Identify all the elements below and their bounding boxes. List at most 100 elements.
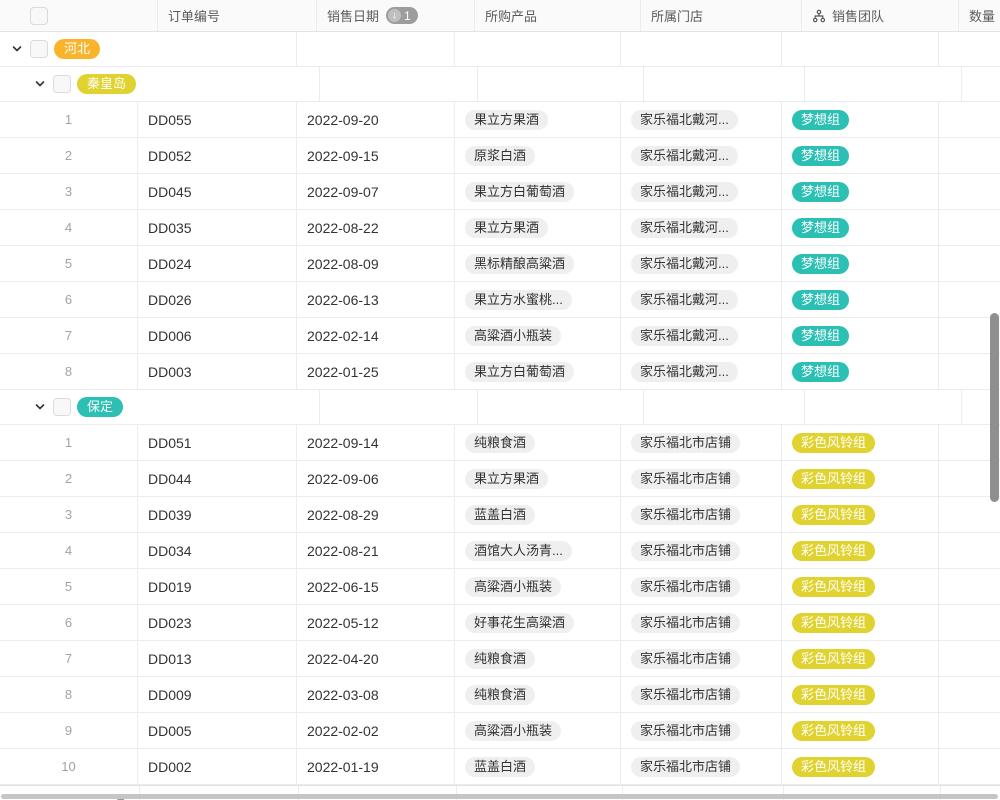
group-quantity-sum[interactable]: 求和620 [962, 67, 1000, 101]
quantity-cell[interactable]: 102 [939, 533, 1000, 568]
row-number[interactable]: 4 [0, 533, 138, 568]
row-number[interactable]: 5 [0, 569, 138, 604]
order-id-cell[interactable]: DD024 [138, 246, 297, 281]
team-cell[interactable]: 梦想组 [782, 210, 939, 245]
order-id-cell[interactable]: DD023 [138, 605, 297, 640]
date-cell[interactable]: 2022-01-19 [297, 749, 455, 784]
team-cell[interactable]: 梦想组 [782, 102, 939, 137]
team-cell[interactable]: 彩色风铃组 [782, 749, 939, 784]
row-number[interactable]: 6 [0, 282, 138, 317]
quantity-cell[interactable]: 59 [939, 677, 1000, 712]
row-number[interactable]: 7 [0, 641, 138, 676]
order-id-cell[interactable]: DD013 [138, 641, 297, 676]
team-cell[interactable]: 梦想组 [782, 354, 939, 389]
quantity-cell[interactable]: 53 [939, 569, 1000, 604]
group-checkbox[interactable] [53, 75, 71, 93]
row-number[interactable]: 3 [0, 497, 138, 532]
quantity-cell[interactable]: 55 [939, 713, 1000, 748]
store-cell[interactable]: 家乐福北市店铺 [621, 749, 782, 784]
column-header-team[interactable]: 销售团队 [802, 0, 959, 31]
row-number[interactable]: 8 [0, 354, 138, 389]
row-number[interactable]: 2 [0, 461, 138, 496]
product-cell[interactable]: 纯粮食酒 [455, 677, 621, 712]
row-number[interactable]: 1 [0, 425, 138, 460]
date-cell[interactable]: 2022-09-15 [297, 138, 455, 173]
store-cell[interactable]: 家乐福北戴河... [621, 282, 782, 317]
store-cell[interactable]: 家乐福北市店铺 [621, 497, 782, 532]
team-cell[interactable]: 彩色风铃组 [782, 713, 939, 748]
order-id-cell[interactable]: DD026 [138, 282, 297, 317]
quantity-cell[interactable]: 143 [939, 138, 1000, 173]
team-cell[interactable]: 梦想组 [782, 174, 939, 209]
product-cell[interactable]: 蓝盖白酒 [455, 497, 621, 532]
team-cell[interactable]: 彩色风铃组 [782, 605, 939, 640]
product-cell[interactable]: 蓝盖白酒 [455, 749, 621, 784]
team-cell[interactable]: 彩色风铃组 [782, 533, 939, 568]
date-cell[interactable]: 2022-02-02 [297, 713, 455, 748]
vertical-scrollbar[interactable] [990, 313, 999, 502]
group-badge[interactable]: 河北 [54, 39, 100, 59]
product-cell[interactable]: 黑标精酿高粱酒 [455, 246, 621, 281]
quantity-cell[interactable]: 45 [939, 282, 1000, 317]
order-id-cell[interactable]: DD019 [138, 569, 297, 604]
row-number[interactable]: 4 [0, 210, 138, 245]
order-id-cell[interactable]: DD039 [138, 497, 297, 532]
date-cell[interactable]: 2022-06-13 [297, 282, 455, 317]
group-checkbox[interactable] [30, 40, 48, 58]
store-cell[interactable]: 家乐福北戴河... [621, 138, 782, 173]
product-cell[interactable]: 果立方水蜜桃... [455, 282, 621, 317]
group-checkbox[interactable] [53, 398, 71, 416]
store-cell[interactable]: 家乐福北市店铺 [621, 425, 782, 460]
row-number[interactable]: 8 [0, 677, 138, 712]
store-cell[interactable]: 家乐福北市店铺 [621, 677, 782, 712]
quantity-cell[interactable]: 68 [939, 102, 1000, 137]
quantity-cell[interactable]: 55 [939, 749, 1000, 784]
quantity-cell[interactable]: 110 [939, 174, 1000, 209]
chevron-down-icon[interactable] [33, 400, 47, 414]
store-cell[interactable]: 家乐福北市店铺 [621, 605, 782, 640]
store-cell[interactable]: 家乐福北戴河... [621, 210, 782, 245]
date-cell[interactable]: 2022-02-14 [297, 318, 455, 353]
date-cell[interactable]: 2022-09-07 [297, 174, 455, 209]
row-number[interactable]: 2 [0, 138, 138, 173]
column-header-order-id[interactable]: 订单编号 [158, 0, 317, 31]
chevron-down-icon[interactable] [10, 42, 24, 56]
date-cell[interactable]: 2022-09-06 [297, 461, 455, 496]
team-cell[interactable]: 彩色风铃组 [782, 569, 939, 604]
product-cell[interactable]: 高粱酒小瓶装 [455, 569, 621, 604]
row-number[interactable]: 3 [0, 174, 138, 209]
order-id-cell[interactable]: DD052 [138, 138, 297, 173]
date-cell[interactable]: 2022-05-12 [297, 605, 455, 640]
row-number[interactable]: 10 [0, 749, 138, 784]
quantity-cell[interactable]: 101 [939, 497, 1000, 532]
team-cell[interactable]: 彩色风铃组 [782, 677, 939, 712]
order-id-cell[interactable]: DD044 [138, 461, 297, 496]
sort-indicator[interactable]: ↓ 1 [386, 7, 418, 24]
store-cell[interactable]: 家乐福北市店铺 [621, 461, 782, 496]
order-id-cell[interactable]: DD051 [138, 425, 297, 460]
store-cell[interactable]: 家乐福北戴河... [621, 318, 782, 353]
product-cell[interactable]: 高粱酒小瓶装 [455, 318, 621, 353]
column-header-quantity[interactable]: 数量 [959, 0, 1000, 31]
product-cell[interactable]: 酒馆大人汤青... [455, 533, 621, 568]
column-header-store[interactable]: 所属门店 [641, 0, 802, 31]
product-cell[interactable]: 果立方白葡萄酒 [455, 174, 621, 209]
group-quantity-sum[interactable]: 求和1421 [939, 32, 1000, 66]
order-id-cell[interactable]: DD045 [138, 174, 297, 209]
store-cell[interactable]: 家乐福北市店铺 [621, 641, 782, 676]
product-cell[interactable]: 果立方果酒 [455, 210, 621, 245]
date-cell[interactable]: 2022-08-21 [297, 533, 455, 568]
order-id-cell[interactable]: DD055 [138, 102, 297, 137]
team-cell[interactable]: 梦想组 [782, 282, 939, 317]
team-cell[interactable]: 彩色风铃组 [782, 641, 939, 676]
select-all-checkbox[interactable] [30, 7, 48, 25]
order-id-cell[interactable]: DD005 [138, 713, 297, 748]
date-cell[interactable]: 2022-04-20 [297, 641, 455, 676]
date-cell[interactable]: 2022-08-29 [297, 497, 455, 532]
team-cell[interactable]: 梦想组 [782, 318, 939, 353]
horizontal-scrollbar[interactable] [1, 794, 998, 799]
store-cell[interactable]: 家乐福北戴河... [621, 354, 782, 389]
row-number[interactable]: 6 [0, 605, 138, 640]
date-cell[interactable]: 2022-01-25 [297, 354, 455, 389]
store-cell[interactable]: 家乐福北戴河... [621, 174, 782, 209]
